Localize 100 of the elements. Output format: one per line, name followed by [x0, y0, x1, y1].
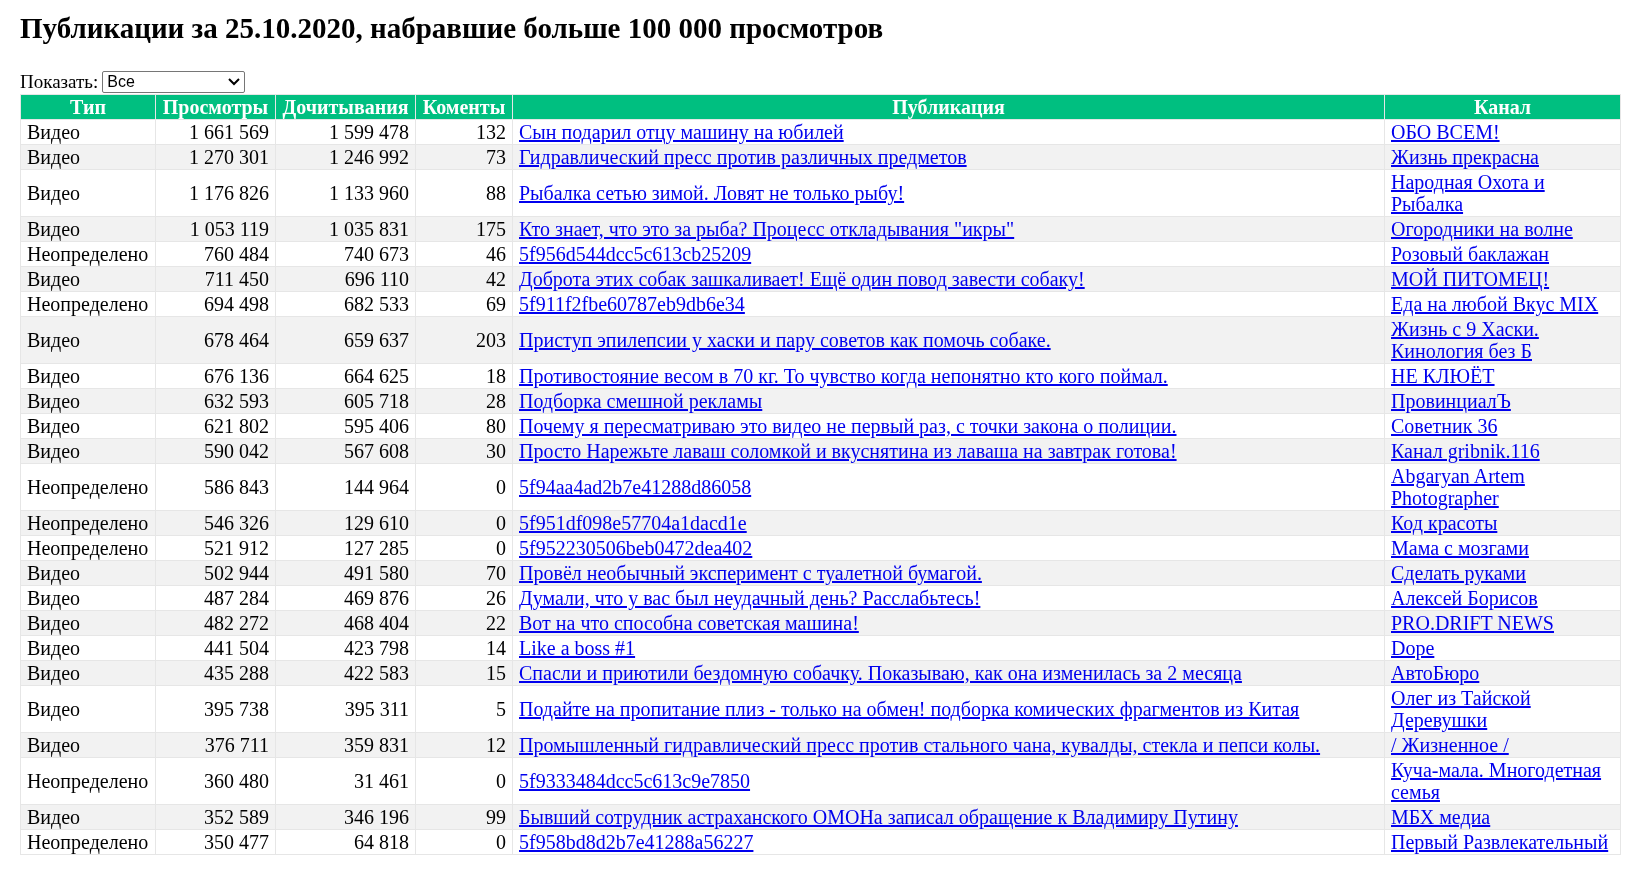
views-cell: 482 272 — [155, 610, 276, 636]
column-header: Публикация — [512, 94, 1385, 120]
reads-cell: 31 461 — [275, 757, 416, 805]
type-cell: Видео — [20, 560, 156, 586]
chevron-down-icon — [228, 77, 241, 86]
comments-cell: 88 — [415, 169, 513, 217]
type-cell: Неопределено — [20, 463, 156, 511]
comments-cell: 28 — [415, 388, 513, 414]
views-cell: 360 480 — [155, 757, 276, 805]
reads-cell: 567 608 — [275, 438, 416, 464]
type-cell: Неопределено — [20, 291, 156, 317]
filter-label: Показать: — [20, 70, 99, 93]
type-cell: Видео — [20, 266, 156, 292]
type-cell: Видео — [20, 388, 156, 414]
reads-cell: 659 637 — [275, 316, 416, 364]
views-cell: 487 284 — [155, 585, 276, 611]
views-cell: 350 477 — [155, 829, 276, 855]
type-cell: Неопределено — [20, 241, 156, 267]
reads-cell: 144 964 — [275, 463, 416, 511]
reads-cell: 468 404 — [275, 610, 416, 636]
type-cell: Видео — [20, 316, 156, 364]
type-cell: Видео — [20, 119, 156, 145]
type-cell: Видео — [20, 585, 156, 611]
views-cell: 694 498 — [155, 291, 276, 317]
views-cell: 760 484 — [155, 241, 276, 267]
comments-cell: 132 — [415, 119, 513, 145]
comments-cell: 30 — [415, 438, 513, 464]
reads-cell: 682 533 — [275, 291, 416, 317]
reads-cell: 595 406 — [275, 413, 416, 439]
comments-cell: 0 — [415, 510, 513, 536]
comments-cell: 73 — [415, 144, 513, 170]
type-cell: Видео — [20, 635, 156, 661]
views-cell: 521 912 — [155, 535, 276, 561]
reads-cell: 129 610 — [275, 510, 416, 536]
reads-cell: 422 583 — [275, 660, 416, 686]
comments-cell: 42 — [415, 266, 513, 292]
type-cell: Неопределено — [20, 829, 156, 855]
comments-cell: 22 — [415, 610, 513, 636]
reads-cell: 1 599 478 — [275, 119, 416, 145]
comments-cell: 12 — [415, 732, 513, 758]
comments-cell: 0 — [415, 829, 513, 855]
type-cell: Видео — [20, 732, 156, 758]
page-title: Публикации за 25.10.2020, набравшие больше 100 000 просмотров — [20, 11, 885, 46]
comments-cell: 5 — [415, 685, 513, 733]
views-cell: 546 326 — [155, 510, 276, 536]
publication-link[interactable]: 5f94aa4ad2b7e41288d86058 — [519, 476, 752, 498]
publication-link[interactable]: 5f9333484dcc5c613c9e7850 — [519, 770, 751, 792]
reads-cell: 696 110 — [275, 266, 416, 292]
views-cell: 1 176 826 — [155, 169, 276, 217]
comments-cell: 69 — [415, 291, 513, 317]
column-header: Канал — [1384, 94, 1621, 120]
views-cell: 590 042 — [155, 438, 276, 464]
comments-cell: 0 — [415, 757, 513, 805]
reads-cell: 664 625 — [275, 363, 416, 389]
comments-cell: 26 — [415, 585, 513, 611]
type-cell: Неопределено — [20, 510, 156, 536]
views-cell: 678 464 — [155, 316, 276, 364]
reads-cell: 1 133 960 — [275, 169, 416, 217]
type-cell: Видео — [20, 438, 156, 464]
views-cell: 586 843 — [155, 463, 276, 511]
column-header: Дочитывания — [275, 94, 416, 120]
views-cell: 1 661 569 — [155, 119, 276, 145]
views-cell: 711 450 — [155, 266, 276, 292]
views-cell: 676 136 — [155, 363, 276, 389]
reads-cell: 740 673 — [275, 241, 416, 267]
reads-cell: 423 798 — [275, 635, 416, 661]
channel-link[interactable]: Dope — [1391, 637, 1435, 659]
views-cell: 435 288 — [155, 660, 276, 686]
comments-cell: 175 — [415, 216, 513, 242]
column-header: Тип — [20, 94, 156, 120]
reads-cell: 127 285 — [275, 535, 416, 561]
type-cell: Неопределено — [20, 757, 156, 805]
column-header: Просмотры — [155, 94, 276, 120]
comments-cell: 80 — [415, 413, 513, 439]
type-cell: Неопределено — [20, 535, 156, 561]
reads-cell: 1 246 992 — [275, 144, 416, 170]
reads-cell: 1 035 831 — [275, 216, 416, 242]
comments-cell: 99 — [415, 804, 513, 830]
type-cell: Видео — [20, 610, 156, 636]
views-cell: 1 053 119 — [155, 216, 276, 242]
type-cell: Видео — [20, 169, 156, 217]
publication-link[interactable]: Like a boss #1 — [519, 637, 636, 659]
views-cell: 502 944 — [155, 560, 276, 586]
reads-cell: 605 718 — [275, 388, 416, 414]
show-dropdown[interactable]: Все — [102, 70, 246, 93]
column-header: Коменты — [415, 94, 513, 120]
comments-cell: 0 — [415, 463, 513, 511]
type-cell: Видео — [20, 685, 156, 733]
views-cell: 376 711 — [155, 732, 276, 758]
type-cell: Видео — [20, 660, 156, 686]
views-cell: 621 802 — [155, 413, 276, 439]
reads-cell: 469 876 — [275, 585, 416, 611]
type-cell: Видео — [20, 413, 156, 439]
views-cell: 1 270 301 — [155, 144, 276, 170]
reads-cell: 64 818 — [275, 829, 416, 855]
views-cell: 352 589 — [155, 804, 276, 830]
comments-cell: 46 — [415, 241, 513, 267]
type-cell: Видео — [20, 804, 156, 830]
comments-cell: 203 — [415, 316, 513, 364]
type-cell: Видео — [20, 216, 156, 242]
